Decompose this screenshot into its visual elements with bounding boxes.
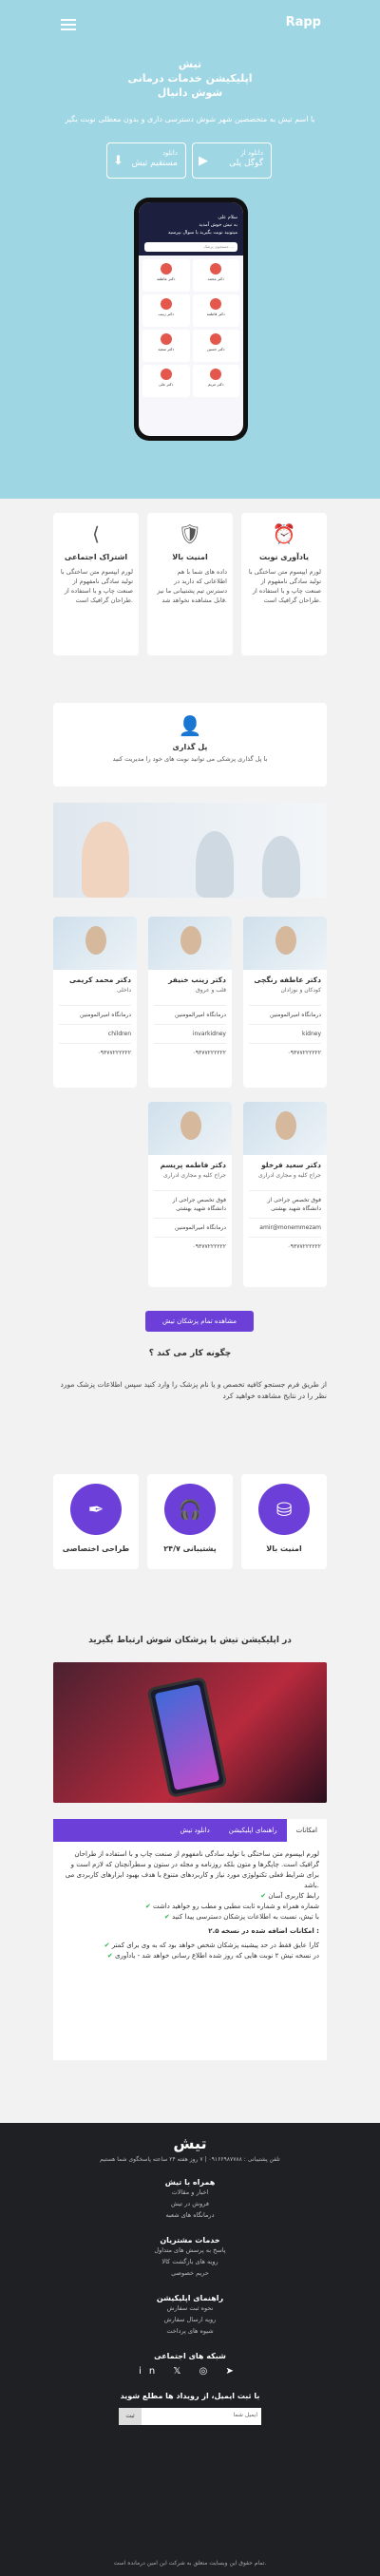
phone-card: دکتر عاطفه (142, 259, 190, 292)
phone-mockup: سلام علی به تیش خوش آمدید میتونید نوبت ب… (134, 198, 248, 441)
doctor-card[interactable]: دکتر فاطمه پریسم جراح کلیه و مجاری ادرار… (148, 1102, 232, 1287)
database-icon: ⛁ (258, 1484, 310, 1535)
alarm-clock-icon: ⏰ (272, 522, 296, 545)
linkedin-icon[interactable]: in (139, 2366, 162, 2377)
hero-section: Rapp تیش اپلیکیشن خدمات درمانی شوش دانیا… (0, 0, 380, 499)
footer-contact: تلفن پشتیبانی : ۰۹۱۶۶۹۸۷۷۸۸ | ۷ روز هفته… (100, 2156, 280, 2163)
doctors-banner-image (53, 803, 327, 898)
check-icon: ✔ (144, 1903, 151, 1910)
app-section-title: در اپلیکیشن تیش با پزشکان شوش ارتباط بگی… (88, 1636, 292, 1645)
doctor-photo (243, 917, 327, 970)
doctor-card[interactable]: دکتر سعید فرخلو جراح کلیه و مجاری ادراری… (243, 1102, 327, 1287)
check-item: ✔ شماره همراه و شماره ثابت مطبی و مطب رو… (144, 1903, 319, 1910)
phone-doctor-grid: دکتر عاطفه دکتر محمد دکتر زینب دکتر فاطم… (139, 256, 243, 401)
check-item: ✔ رابط کاربری آسان (260, 1892, 319, 1900)
check-icon: ✔ (106, 1952, 113, 1960)
headset-icon: 🎧 (164, 1484, 216, 1535)
footer-link[interactable]: فروش در تیش (0, 2198, 380, 2209)
newsletter-form: ثبت ایمیل شما (119, 2408, 261, 2425)
hero-subtitle: با اسم تیش به متخصصین شهر شوش دسترسی دار… (65, 115, 315, 123)
phone-card: دکتر مریم (192, 365, 239, 397)
newsletter-submit-button[interactable]: ثبت (119, 2408, 142, 2425)
page: Rapp تیش اپلیکیشن خدمات درمانی شوش دانیا… (0, 0, 380, 2576)
logo[interactable]: Rapp (279, 15, 321, 36)
feature-reminder: ⏰ یادآوری نوبت لورم ایپسوم متن ساختگی با… (241, 513, 327, 655)
how-item: ⛁ امنیت بالا (241, 1474, 327, 1569)
telegram-icon[interactable]: ➤ (226, 2366, 241, 2377)
user-gear-icon: 👤 (178, 714, 202, 737)
footer-link[interactable]: حریم خصوصی (0, 2267, 380, 2279)
tab-guide[interactable]: راهنمای اپلیکیشن (219, 1819, 287, 1842)
app-tabs: امکانات راهنمای اپلیکیشن دانلود تیش (53, 1819, 327, 1842)
check-item: ✔ در نسخه تیش ۲ نوبت هایی که روز شده اطل… (106, 1952, 319, 1960)
footer-link[interactable]: اخبار و مقالات (0, 2187, 380, 2198)
check-item: ✔ کارا عایق فقط در حد پیشینه پزشکان شخص … (104, 1941, 319, 1949)
doctor-card[interactable]: دکتر زینب خنیفر قلب و عروق درمانگاه امیر… (148, 917, 232, 1088)
tab-features[interactable]: امکانات (286, 1819, 327, 1842)
footer-link[interactable]: رویه ارسال سفارش (0, 2314, 380, 2325)
check-icon: ✔ (104, 1941, 110, 1949)
doctor-card[interactable]: دکتر محمد کریمی داخلی درمانگاه امیرالموم… (53, 917, 137, 1088)
footer-logo[interactable]: تیش (0, 2134, 380, 2152)
doctor-photo (148, 1102, 232, 1155)
all-doctors-button[interactable]: مشاهده تمام پزشکان تیش (145, 1311, 254, 1332)
footer-link[interactable]: پاسخ به پرسش های متداول (0, 2245, 380, 2256)
google-play-button[interactable]: ▶ دانلود از گوگل پلی (192, 142, 272, 179)
phone-card: دکتر فاطمه (192, 294, 239, 327)
phone-card: دکتر حسین (192, 330, 239, 362)
tab-content: لورم ایپسوم متن ساختگی با تولید سادگی نا… (53, 1842, 327, 2060)
menu-icon[interactable] (61, 19, 76, 30)
feature-share: ⟨ اشتراک اجتماعی لورم ایپسوم متن ساختگی … (53, 513, 139, 655)
footer-link[interactable]: درمانگاه های شعبه (0, 2209, 380, 2221)
email-input[interactable]: ایمیل شما (142, 2408, 261, 2425)
check-item: ✔ با تیش، نسبت به اطلاعات پزشکان دسترسی … (163, 1913, 319, 1921)
tab-download[interactable]: دانلود تیش (170, 1819, 218, 1842)
footer-link[interactable]: نحوه ثبت سفارش (0, 2302, 380, 2314)
play-icon: ▶ (199, 154, 208, 168)
check-icon: ✔ (260, 1892, 267, 1900)
footer-link[interactable]: شیوه های پرداخت (0, 2325, 380, 2337)
hero-title: تیش اپلیکیشن خدمات درمانی شوش دانیال (127, 58, 253, 99)
how-item: 🎧 پشتیبانی ۲۴/۷ (147, 1474, 233, 1569)
phone-card: دکتر محمد (192, 259, 239, 292)
x-icon[interactable]: 𝕏 (173, 2366, 188, 2377)
feature-security: 🛡 امنیت بالا داده های شما با هم اطلاعاتی… (147, 513, 233, 655)
phone-card: دکتر علی (142, 365, 190, 397)
doctor-card[interactable]: دکتر عاطفه رنگچی کودکان و نوزادان درمانگ… (243, 917, 327, 1088)
direct-download-button[interactable]: ⬇ دانلود مستقیم تیش (106, 142, 186, 179)
doctor-photo (148, 917, 232, 970)
phone-card: دکتر زینب (142, 294, 190, 327)
feature-bridge: 👤 پل گذاری با پل گذاری پزشکی می توانید ن… (53, 703, 327, 786)
social-icons: in 𝕏 ◎ ➤ (0, 2366, 380, 2377)
pen-icon: ✒ (70, 1484, 122, 1535)
footer: تیش تلفن پشتیبانی : ۰۹۱۶۶۹۸۷۷۸۸ | ۷ روز … (0, 2123, 380, 2576)
phone-card: دکتر سعید (142, 330, 190, 362)
how-title: چگونه کار می کند ؟ (148, 1349, 232, 1358)
doctor-photo (243, 1102, 327, 1155)
how-item: ✒ طراحی اختصاصی (53, 1474, 139, 1569)
shield-icon: 🛡 (178, 522, 202, 545)
doctor-photo (53, 917, 137, 970)
download-icon: ⬇ (113, 154, 124, 168)
instagram-icon[interactable]: ◎ (200, 2366, 216, 2377)
how-text: از طریق فرم جستجو کافیه تخصص و یا نام پز… (60, 1380, 328, 1400)
app-photo (53, 1662, 327, 1803)
phone-search: جستجوی پزشک ... (144, 242, 238, 252)
share-icon: ⟨ (92, 522, 100, 545)
check-icon: ✔ (163, 1913, 170, 1921)
copyright: تمام حقوق این وبسایت متعلق به شرکت این ا… (113, 2560, 267, 2567)
footer-link[interactable]: رویه های بازگشت کالا (0, 2256, 380, 2267)
